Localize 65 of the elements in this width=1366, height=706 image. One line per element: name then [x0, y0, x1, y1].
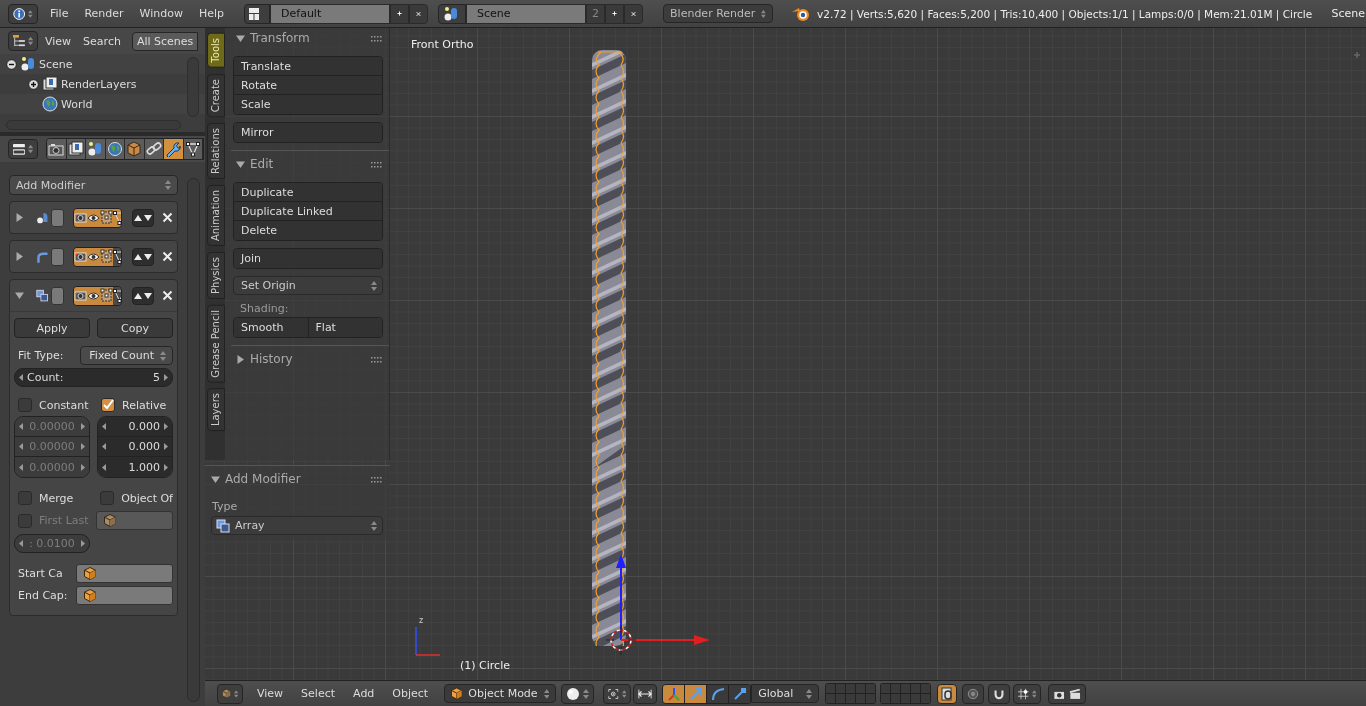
- section-label: Shading:: [239, 302, 290, 315]
- tool-button[interactable]: Smooth: [234, 318, 309, 337]
- menu-item[interactable]: Window: [133, 7, 189, 20]
- relative-offset-field[interactable]: 1.000: [98, 457, 172, 477]
- shelf-tab[interactable]: Grease Pencil: [207, 304, 225, 383]
- shelf-tab[interactable]: Create: [207, 73, 225, 117]
- menu-item[interactable]: View: [251, 687, 290, 700]
- tree-item[interactable]: World: [61, 97, 93, 111]
- orientation-dropdown[interactable]: Global: [751, 684, 820, 703]
- field-label: Start Ca: [17, 567, 64, 580]
- display-mode-dropdown[interactable]: All Scenes: [131, 31, 199, 51]
- field-label: Fit Type:: [17, 349, 65, 362]
- view-name: Front Ortho: [411, 38, 474, 51]
- add-modifier-dropdown[interactable]: Add Modifier: [9, 175, 178, 195]
- tool-button[interactable]: Scale: [234, 95, 382, 114]
- tool-button[interactable]: Flat: [308, 318, 382, 337]
- panel-title[interactable]: Add Modifier: [225, 472, 301, 486]
- checkbox-label[interactable]: Object Of: [121, 491, 173, 505]
- set-origin-dropdown[interactable]: Set Origin: [233, 276, 383, 295]
- relative-offset-field[interactable]: 0.000: [98, 417, 172, 437]
- shelf-tab[interactable]: Tools: [207, 33, 225, 68]
- menu-item[interactable]: Render: [78, 7, 130, 20]
- axis-label: z: [419, 616, 424, 625]
- layout-name-field[interactable]: Default: [270, 3, 391, 24]
- scene-name-field[interactable]: Scene: [466, 3, 587, 24]
- panel-title[interactable]: Transform: [250, 31, 310, 45]
- menu-item[interactable]: View: [40, 34, 77, 48]
- modifier-type-dropdown[interactable]: Array: [211, 516, 383, 535]
- tree-item[interactable]: RenderLayers: [61, 77, 137, 91]
- shelf-tab[interactable]: Physics: [207, 251, 225, 299]
- checkbox-label[interactable]: Constant: [39, 398, 89, 412]
- tree-item[interactable]: Scene: [39, 57, 73, 71]
- object-name: (1) Circle: [460, 659, 510, 672]
- menu-item[interactable]: Select: [295, 687, 342, 700]
- tool-button[interactable]: Duplicate: [234, 183, 382, 202]
- tool-button[interactable]: Mirror: [234, 123, 382, 142]
- render-engine-dropdown[interactable]: Blender Render: [663, 4, 774, 23]
- relative-offset-field[interactable]: 0.000: [98, 437, 172, 457]
- fit-type-dropdown[interactable]: Fixed Count: [80, 346, 173, 365]
- panel-title[interactable]: History: [250, 352, 293, 366]
- menu-item[interactable]: Search: [78, 34, 126, 48]
- tool-button[interactable]: Translate: [234, 57, 382, 76]
- panel-title[interactable]: Edit: [250, 157, 274, 171]
- field-label: End Cap:: [17, 589, 69, 602]
- scene-users-count: 2: [586, 3, 606, 24]
- shelf-tab[interactable]: Relations: [207, 122, 225, 179]
- copy-button[interactable]: Copy: [97, 318, 173, 338]
- count-field[interactable]: Count: 5: [14, 368, 173, 387]
- menu-item[interactable]: File: [44, 7, 75, 20]
- scene-statistics: v2.72 | Verts:5,620 | Faces:5,200 | Tris:10,400 | Objects:1/1 | Lamps:0/0 | Mem:21.01M | Circle: [817, 7, 1313, 20]
- tool-button[interactable]: Delete: [234, 221, 382, 240]
- shelf-tab[interactable]: Animation: [207, 184, 225, 246]
- tool-button[interactable]: Rotate: [234, 76, 382, 95]
- menu-item[interactable]: Add: [347, 687, 381, 700]
- scene-label: Scene: [1330, 7, 1366, 20]
- tool-button[interactable]: Join: [234, 249, 382, 268]
- apply-button[interactable]: Apply: [14, 318, 90, 338]
- checkbox-label[interactable]: Merge: [39, 491, 74, 505]
- checkbox-label[interactable]: Relative: [122, 398, 167, 412]
- menu-item[interactable]: Help: [192, 7, 231, 20]
- mode-dropdown[interactable]: Object Mode: [444, 684, 557, 703]
- tool-button[interactable]: Duplicate Linked: [234, 202, 382, 221]
- shelf-tab[interactable]: Layers: [207, 388, 225, 432]
- menu-item[interactable]: Object: [386, 687, 435, 700]
- field-label: Type: [211, 500, 239, 513]
